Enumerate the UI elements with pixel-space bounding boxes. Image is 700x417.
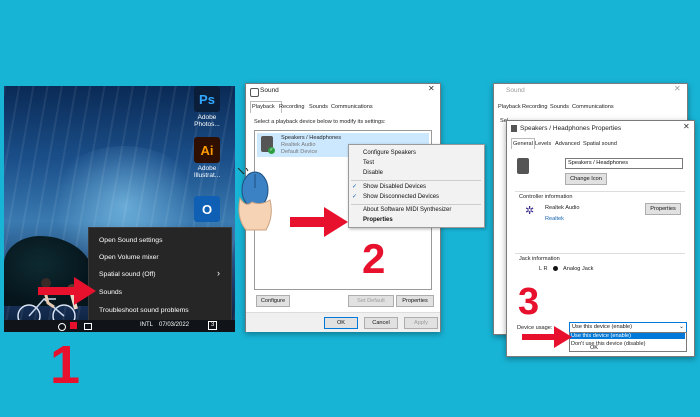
- option-use-device[interactable]: Use this device (enable): [570, 333, 685, 339]
- ok-button-partial[interactable]: OK: [579, 344, 609, 352]
- close-icon[interactable]: ✕: [683, 122, 690, 131]
- change-icon-button[interactable]: Change Icon: [565, 173, 607, 185]
- tab-communications[interactable]: Communications: [331, 104, 373, 110]
- red-arrow-icon: [38, 277, 96, 305]
- ok-button[interactable]: OK: [324, 317, 358, 329]
- properties-button[interactable]: Properties: [396, 295, 434, 307]
- menu-item-show-disabled[interactable]: Show Disabled Devices: [363, 184, 426, 190]
- apply-button[interactable]: Apply: [404, 317, 438, 329]
- divider: [515, 191, 685, 192]
- checkmark-icon: ✓: [352, 184, 358, 190]
- menu-item-about-midi[interactable]: About Software MIDI Synthesizer: [363, 207, 451, 213]
- illustrator-label: Adobe Illustrat...: [193, 165, 221, 179]
- device-name: Speakers / Headphones: [281, 135, 342, 141]
- step-number-3: 3: [518, 281, 540, 323]
- close-icon[interactable]: ✕: [428, 84, 435, 93]
- menu-item-configure-speakers[interactable]: Configure Speakers: [363, 150, 416, 156]
- submenu-arrow-icon: ›: [217, 268, 220, 278]
- device-driver: Realtek Audio: [281, 142, 316, 148]
- default-check-icon: ✓: [268, 147, 275, 154]
- tab-playback[interactable]: Playback: [252, 104, 275, 110]
- menu-item-properties[interactable]: Properties: [363, 217, 393, 223]
- back-tab-communications[interactable]: Communications: [572, 104, 614, 110]
- configure-button[interactable]: Configure: [256, 295, 290, 307]
- red-arrow-icon: [522, 326, 572, 348]
- device-status: Default Device: [281, 149, 318, 155]
- jack-dot-icon: [553, 266, 558, 271]
- notification-badge[interactable]: 3: [208, 321, 218, 330]
- menu-divider: [351, 204, 481, 205]
- realtek-crab-icon: ✲: [525, 205, 535, 217]
- red-arrow-icon: [290, 207, 348, 237]
- outlook-icon[interactable]: O: [194, 196, 220, 222]
- jack-lr-label: L R: [539, 266, 548, 272]
- menu-item-spatial-sound[interactable]: Spatial sound (Off): [99, 271, 156, 278]
- menu-item-open-volume-mixer[interactable]: Open Volume mixer: [99, 254, 159, 261]
- tab-spatial-sound[interactable]: Spatial sound: [583, 141, 617, 147]
- photoshop-icon[interactable]: Ps: [194, 86, 220, 112]
- menu-item-sounds[interactable]: Sounds: [99, 289, 122, 296]
- tab-general[interactable]: General: [513, 141, 533, 147]
- menu-item-test[interactable]: Test: [363, 160, 374, 166]
- controller-vendor-link[interactable]: Realtek: [545, 216, 564, 222]
- controller-info-label: Controller information: [519, 194, 573, 200]
- speaker-window-icon: [511, 125, 517, 132]
- device-name-field[interactable]: Speakers / Headphones: [565, 158, 683, 169]
- sound-tray-context-menu: Open Sound settings Open Volume mixer Sp…: [88, 227, 232, 321]
- menu-item-show-disconnected[interactable]: Show Disconnected Devices: [363, 194, 439, 200]
- tab-levels[interactable]: Levels: [535, 141, 551, 147]
- menu-divider: [351, 180, 481, 181]
- controller-name: Realtek Audio: [545, 205, 580, 211]
- taskbar-date[interactable]: 07/03/2022: [159, 322, 189, 328]
- menu-item-open-sound-settings[interactable]: Open Sound settings: [99, 237, 162, 244]
- taskbar: INTL 07/03/2022 3: [4, 320, 235, 332]
- sound-window-icon: [250, 88, 259, 97]
- jack-value: Analog Jack: [563, 266, 594, 272]
- photoshop-label: Adobe Photos...: [194, 114, 220, 128]
- cancel-button[interactable]: Cancel: [364, 317, 398, 329]
- dialog-title: Sound: [260, 87, 279, 94]
- tab-recording[interactable]: Recording: [279, 104, 305, 110]
- tab-sounds[interactable]: Sounds: [309, 104, 328, 110]
- hand-mouse-icon: [237, 168, 272, 231]
- menu-item-troubleshoot[interactable]: Troubleshoot sound problems: [99, 307, 189, 314]
- tab-advanced[interactable]: Advanced: [555, 141, 580, 147]
- close-icon[interactable]: ✕: [674, 84, 681, 93]
- outlook-glyph: O: [201, 201, 213, 217]
- instruction-text: Select a playback device below to modify…: [254, 119, 386, 125]
- jack-info-label: Jack information: [519, 256, 560, 262]
- back-tab-sounds[interactable]: Sounds: [550, 104, 569, 110]
- speaker-icon[interactable]: [58, 323, 66, 331]
- controller-properties-button[interactable]: Properties: [645, 203, 681, 215]
- set-default-button[interactable]: Set Default: [348, 295, 394, 307]
- language-indicator[interactable]: INTL: [140, 322, 153, 328]
- step-number-1: 1: [50, 335, 81, 395]
- illustrator-icon[interactable]: Ai: [194, 137, 220, 163]
- checkmark-icon: ✓: [352, 194, 358, 200]
- photoshop-glyph: Ps: [199, 91, 215, 107]
- back-dialog-title: Sound: [506, 87, 525, 94]
- menu-item-disable[interactable]: Disable: [363, 170, 383, 176]
- tray-app-icon[interactable]: [70, 322, 77, 329]
- properties-title: Speakers / Headphones Properties: [520, 125, 622, 132]
- back-tab-playback[interactable]: Playback: [498, 104, 521, 110]
- step-number-2: 2: [362, 235, 386, 282]
- back-tab-recording[interactable]: Recording: [522, 104, 548, 110]
- divider: [515, 253, 685, 254]
- chevron-down-icon[interactable]: ⌄: [679, 323, 684, 330]
- speaker-device-icon: [517, 158, 529, 174]
- battery-icon[interactable]: [84, 323, 92, 330]
- device-context-menu: Configure Speakers Test Disable ✓ Show D…: [348, 144, 485, 228]
- illustrator-glyph: Ai: [200, 142, 214, 158]
